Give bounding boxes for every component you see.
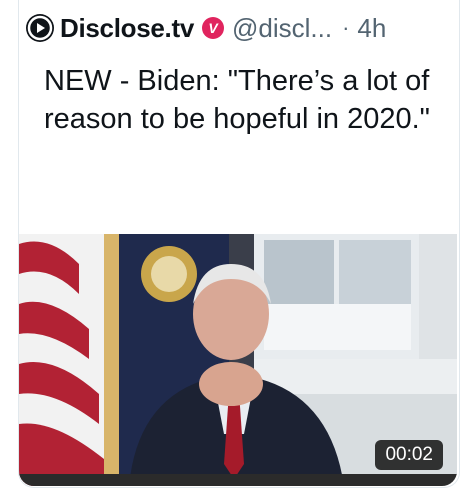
separator-dot: · [342,15,350,40]
video-duration-badge: 00:02 [375,440,443,470]
tweet-text: NEW - Biden: "There’s a lot of reason to… [44,65,430,135]
video-player[interactable]: 00:02 [19,234,457,486]
verified-badge-icon: V [202,17,224,39]
author-handle[interactable]: @discl... [232,13,332,44]
timestamp[interactable]: 4h [357,13,386,44]
tweet-header: Disclose.tv V @discl... · 4h [26,10,456,46]
play-circle-logo-icon[interactable] [26,14,54,42]
author-name[interactable]: Disclose.tv [60,13,194,44]
